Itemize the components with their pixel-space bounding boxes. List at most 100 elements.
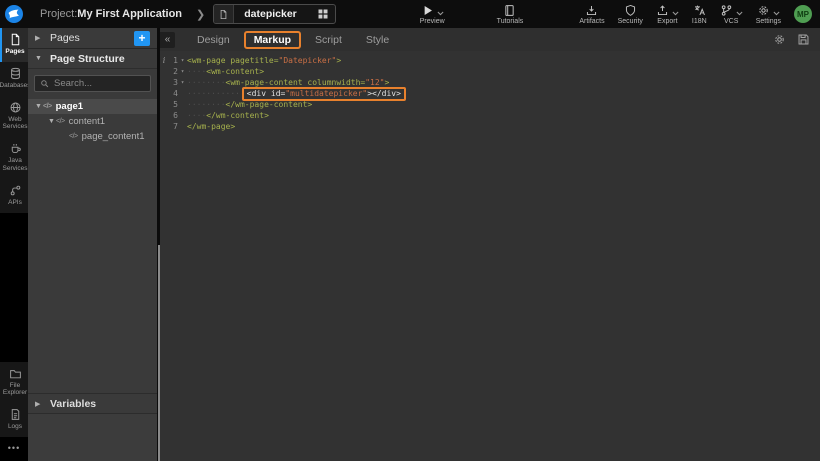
page-icon	[9, 33, 22, 46]
pages-panel-header[interactable]: ▶ Pages +	[28, 28, 157, 49]
tree-item-page_content1[interactable]: </>page_content1	[28, 129, 157, 144]
structure-search[interactable]	[34, 75, 151, 92]
topbar-actions: Artifacts Security Export I18N VCS Settings M…	[579, 4, 812, 25]
page-tab-label: datepicker	[234, 8, 311, 20]
code-line-6[interactable]: 6····</wm-content>	[160, 110, 820, 121]
left-rail: PagesDatabasesWeb ServicesJava ServicesA…	[0, 28, 28, 461]
line-number: 1	[168, 56, 178, 65]
security-button[interactable]: Security	[618, 4, 643, 25]
preview-button[interactable]: Preview	[420, 4, 445, 25]
grid-icon[interactable]	[311, 8, 335, 20]
gutter-marker: i	[160, 56, 168, 65]
fold-caret-icon[interactable]: ▾	[178, 68, 187, 75]
project-breadcrumb[interactable]: Project:My First Application	[40, 8, 182, 20]
panel-divider[interactable]	[157, 28, 160, 461]
sidebar-item-logs[interactable]: Logs	[0, 403, 28, 437]
tree-item-page1[interactable]: ▼</>page1	[28, 99, 157, 114]
fold-caret-icon[interactable]: ▾	[178, 57, 187, 64]
tab-markup[interactable]: Markup	[244, 31, 301, 49]
breadcrumb-chevron-icon: ❯	[196, 8, 205, 21]
branch-icon	[720, 4, 733, 17]
chevron-down-icon[interactable]	[736, 11, 743, 16]
file-icon	[214, 5, 234, 23]
page-tab-datepicker[interactable]: datepicker	[213, 4, 336, 24]
page-structure-tree: ▼</>page1▼</>content1</>page_content1	[28, 99, 157, 393]
vcs-button[interactable]: VCS	[720, 4, 743, 25]
coffee-icon	[9, 142, 22, 155]
page-structure-header[interactable]: ▼ Page Structure	[28, 49, 157, 69]
code-line-4[interactable]: 4············<div id="multidatepicker"><…	[160, 88, 820, 99]
code-area[interactable]: i1▾<wm-page pagetitle="Datepicker">2▾···…	[160, 51, 820, 461]
chevron-down-icon[interactable]	[672, 11, 679, 16]
line-number: 7	[168, 122, 178, 131]
editor-tab-bar: « DesignMarkupScriptStyle	[160, 28, 820, 51]
line-number: 2	[168, 67, 178, 76]
avatar[interactable]: MP	[794, 5, 812, 23]
settings-button[interactable]: Settings	[756, 4, 781, 25]
caret-down-icon[interactable]: ▼	[35, 103, 43, 110]
collapse-panel-button[interactable]: «	[160, 32, 175, 48]
scrollbar-thumb[interactable]	[158, 245, 160, 461]
widget-code-icon: </>	[56, 118, 65, 125]
shield-icon	[624, 4, 637, 17]
database-icon	[9, 67, 22, 80]
artifacts-button[interactable]: Artifacts	[579, 4, 604, 25]
topbar: Project:My First Application ❯ datepicke…	[0, 0, 820, 28]
caret-right-icon: ▶	[35, 34, 43, 42]
gear-icon	[757, 4, 770, 17]
line-number: 5	[168, 100, 178, 109]
globe-icon	[9, 101, 22, 114]
search-input[interactable]	[54, 78, 144, 89]
book-icon	[503, 4, 516, 17]
upload-tray-icon	[656, 4, 669, 17]
tab-style[interactable]: Style	[356, 32, 399, 48]
export-button[interactable]: Export	[656, 4, 679, 25]
tutorials-button[interactable]: Tutorials	[497, 4, 524, 25]
line-number: 6	[168, 111, 178, 120]
variables-title: Variables	[50, 398, 96, 410]
line-number: 4	[168, 89, 178, 98]
caret-right-icon: ▶	[35, 400, 43, 408]
pages-panel-title: Pages	[50, 32, 80, 44]
code-line-7[interactable]: 7</wm-page>	[160, 121, 820, 132]
chevron-down-icon[interactable]	[773, 11, 780, 16]
page-structure-title: Page Structure	[50, 53, 125, 65]
more-menu-button[interactable]: •••	[0, 437, 28, 461]
caret-down-icon[interactable]: ▼	[48, 118, 56, 125]
sidebar-item-file-explorer[interactable]: File Explorer	[0, 362, 28, 404]
translate-icon	[693, 4, 706, 17]
editor-settings-gear-icon[interactable]	[773, 33, 786, 46]
i18n-button[interactable]: I18N	[692, 4, 707, 25]
download-tray-icon	[585, 4, 598, 17]
tree-item-content1[interactable]: ▼</>content1	[28, 114, 157, 129]
save-icon[interactable]	[797, 33, 810, 46]
highlight-box: <div id="multidatepicker"></div>	[242, 87, 406, 101]
pages-panel: ▶ Pages + ▼ Page Structure ▼</>page1▼</>…	[28, 28, 157, 461]
sidebar-item-databases[interactable]: Databases	[0, 62, 28, 96]
sidebar-item-java-services[interactable]: Java Services	[0, 137, 28, 179]
play-icon	[421, 4, 434, 17]
fold-caret-icon[interactable]: ▾	[178, 79, 187, 86]
code-line-5[interactable]: 5········</wm-page-content>	[160, 99, 820, 110]
log-icon	[9, 408, 22, 421]
tab-design[interactable]: Design	[187, 32, 240, 48]
chevron-down-icon[interactable]	[437, 11, 444, 16]
widget-code-icon: </>	[43, 103, 52, 110]
variables-header[interactable]: ▶ Variables	[28, 393, 157, 414]
sidebar-item-pages[interactable]: Pages	[0, 28, 28, 62]
add-page-button[interactable]: +	[134, 31, 150, 46]
sidebar-item-web-services[interactable]: Web Services	[0, 96, 28, 138]
folder-icon	[9, 367, 22, 380]
code-line-1[interactable]: i1▾<wm-page pagetitle="Datepicker">	[160, 55, 820, 66]
nodes-icon	[9, 184, 22, 197]
caret-down-icon: ▼	[35, 55, 43, 62]
line-number: 3	[168, 78, 178, 87]
sidebar-item-apis[interactable]: APIs	[0, 179, 28, 213]
widget-code-icon: </>	[69, 133, 78, 140]
code-line-2[interactable]: 2▾····<wm-content>	[160, 66, 820, 77]
panel-bottom-filler	[28, 414, 157, 461]
wavemaker-logo-icon[interactable]	[0, 0, 28, 28]
search-icon	[40, 79, 49, 88]
markup-editor: « DesignMarkupScriptStyle i1▾<wm-page pa…	[160, 28, 820, 461]
tab-script[interactable]: Script	[305, 32, 352, 48]
